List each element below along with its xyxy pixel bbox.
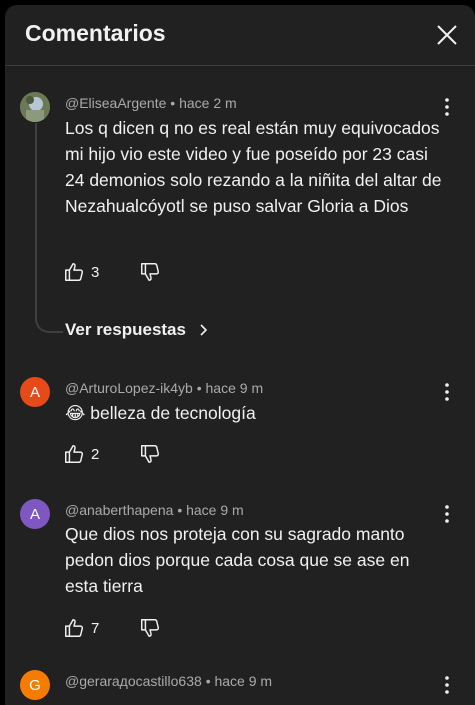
meta-separator: • xyxy=(170,95,176,111)
meta-separator: • xyxy=(177,502,183,518)
comment-text: Los q dicen q no es real están muy equiv… xyxy=(65,118,442,216)
author-name[interactable]: @anaberthapena xyxy=(65,502,173,518)
author-name[interactable]: @EliseaArgente xyxy=(65,95,166,111)
dislike-button[interactable] xyxy=(139,260,161,284)
more-options-icon[interactable] xyxy=(437,502,457,526)
dislike-button[interactable] xyxy=(139,442,161,466)
chevron-right-icon xyxy=(200,324,208,336)
meta-separator: • xyxy=(196,380,202,396)
comments-panel: Comentarios @EliseaArgente • hace 2 m Lo… xyxy=(5,5,475,705)
comment-time: hace 9 m xyxy=(186,502,244,518)
comment-text: Que dios nos proteja con su sagrado mant… xyxy=(65,524,410,596)
thumbs-down-icon xyxy=(141,263,160,281)
thumbs-down-icon xyxy=(141,445,160,463)
avatar-letter: G xyxy=(29,676,41,694)
more-options-icon[interactable] xyxy=(437,380,457,404)
comment-time: hace 9 m xyxy=(205,380,264,396)
comments-header: Comentarios xyxy=(5,5,475,66)
panel-title: Comentarios xyxy=(25,20,166,46)
avatar[interactable]: A xyxy=(20,377,50,407)
like-count: 7 xyxy=(91,619,100,637)
avatar[interactable]: A xyxy=(20,499,50,529)
thumbs-up-icon xyxy=(65,263,84,281)
view-replies-button[interactable]: Ver respuestas xyxy=(65,320,212,340)
more-options-icon[interactable] xyxy=(437,95,457,119)
comment-meta: @EliseaArgente • hace 2 m xyxy=(65,95,237,111)
comment-text: 😂 belleza de tecnología xyxy=(65,403,256,423)
like-count: 2 xyxy=(91,445,100,463)
avatar-letter: A xyxy=(29,383,40,401)
comment-meta: @anaberthapena • hace 9 m xyxy=(65,502,244,518)
thumbs-up-icon xyxy=(65,619,84,637)
like-button[interactable]: 7 xyxy=(63,616,99,640)
meta-separator: • xyxy=(205,673,211,689)
close-icon[interactable] xyxy=(433,21,461,49)
comment-time: hace 9 m xyxy=(214,673,273,689)
author-name[interactable]: @ArturoLopez-ik4yb xyxy=(65,380,193,396)
comment-time: hace 2 m xyxy=(179,95,237,111)
comment-meta: @ArturoLopez-ik4yb • hace 9 m xyxy=(65,380,263,396)
thread-connector xyxy=(35,123,63,333)
dislike-button[interactable] xyxy=(139,616,161,640)
avatar-letter: A xyxy=(29,505,40,523)
avatar[interactable] xyxy=(20,92,50,122)
like-button[interactable]: 2 xyxy=(63,442,99,466)
view-replies-label: Ver respuestas xyxy=(65,320,186,339)
thumbs-up-icon xyxy=(65,445,84,463)
comment-meta: @gerarадocastillo638 • hace 9 m xyxy=(65,673,272,689)
more-options-icon[interactable] xyxy=(437,673,457,697)
like-count: 3 xyxy=(91,263,100,281)
like-button[interactable]: 3 xyxy=(63,260,99,284)
thumbs-down-icon xyxy=(141,619,160,637)
author-name[interactable]: @gerarадocastillo638 xyxy=(65,673,202,689)
avatar[interactable]: G xyxy=(20,670,50,700)
